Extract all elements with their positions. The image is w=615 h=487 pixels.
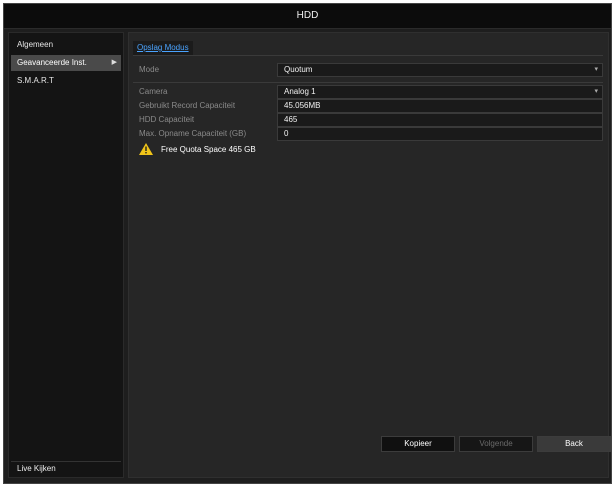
hdd-capacity-field: 465 [277, 113, 603, 127]
hdd-settings-window: HDD Algemeen Geavanceerde Inst. ▶ S.M.A.… [3, 3, 612, 484]
sidebar-item-geavanceerde-inst[interactable]: Geavanceerde Inst. ▶ [11, 55, 121, 71]
mode-row: Mode Quotum ▾ [133, 63, 603, 77]
sidebar-item-algemeen[interactable]: Algemeen [11, 37, 121, 53]
tab-opslag-modus[interactable]: Opslag Modus [133, 41, 193, 55]
copy-button[interactable]: Kopieer [381, 436, 455, 452]
sidebar-item-label: Algemeen [17, 40, 54, 49]
camera-label: Camera [139, 87, 168, 96]
mode-label: Mode [139, 65, 160, 74]
hdd-capacity-label: HDD Capaciteit [139, 115, 195, 124]
sidebar-item-label: S.M.A.R.T [17, 76, 54, 85]
max-capacity-input[interactable]: 0 [277, 127, 603, 141]
warning-text: Free Quota Space 465 GB [161, 144, 256, 154]
used-capacity-label: Gebruikt Record Capaciteit [139, 101, 236, 110]
hdd-capacity-row: HDD Capaciteit 465 [133, 113, 603, 127]
window-title: HDD [4, 4, 611, 29]
sidebar: Algemeen Geavanceerde Inst. ▶ S.M.A.R.T … [8, 32, 124, 478]
used-capacity-field: 45.056MB [277, 99, 603, 113]
next-button[interactable]: Volgende [459, 436, 533, 452]
back-button[interactable]: Back [537, 436, 611, 452]
chevron-down-icon: ▾ [594, 66, 598, 73]
divider [133, 82, 603, 83]
camera-row: Camera Analog 1 ▾ [133, 85, 603, 99]
chevron-right-icon: ▶ [111, 59, 117, 66]
main-panel: Opslag Modus Mode Quotum ▾ Camera Analog… [128, 32, 609, 478]
tab-bar: Opslag Modus [133, 41, 603, 56]
camera-value: Analog 1 [284, 87, 316, 96]
max-capacity-row: Max. Opname Capaciteit (GB) 0 [133, 127, 603, 141]
warning-icon [139, 143, 153, 155]
hdd-capacity-value: 465 [284, 115, 298, 124]
mode-select[interactable]: Quotum ▾ [277, 63, 603, 77]
quota-warning: Free Quota Space 465 GB [139, 141, 256, 157]
sidebar-item-smart[interactable]: S.M.A.R.T [11, 73, 121, 89]
used-capacity-row: Gebruikt Record Capaciteit 45.056MB [133, 99, 603, 113]
used-capacity-value: 45.056MB [284, 101, 321, 110]
camera-select[interactable]: Analog 1 ▾ [277, 85, 603, 99]
live-view-button[interactable]: Live Kijken [11, 461, 121, 475]
mode-value: Quotum [284, 65, 313, 74]
chevron-down-icon: ▾ [594, 88, 598, 95]
max-capacity-label: Max. Opname Capaciteit (GB) [139, 129, 247, 138]
sidebar-item-label: Geavanceerde Inst. [17, 58, 87, 67]
max-capacity-value: 0 [284, 129, 289, 138]
